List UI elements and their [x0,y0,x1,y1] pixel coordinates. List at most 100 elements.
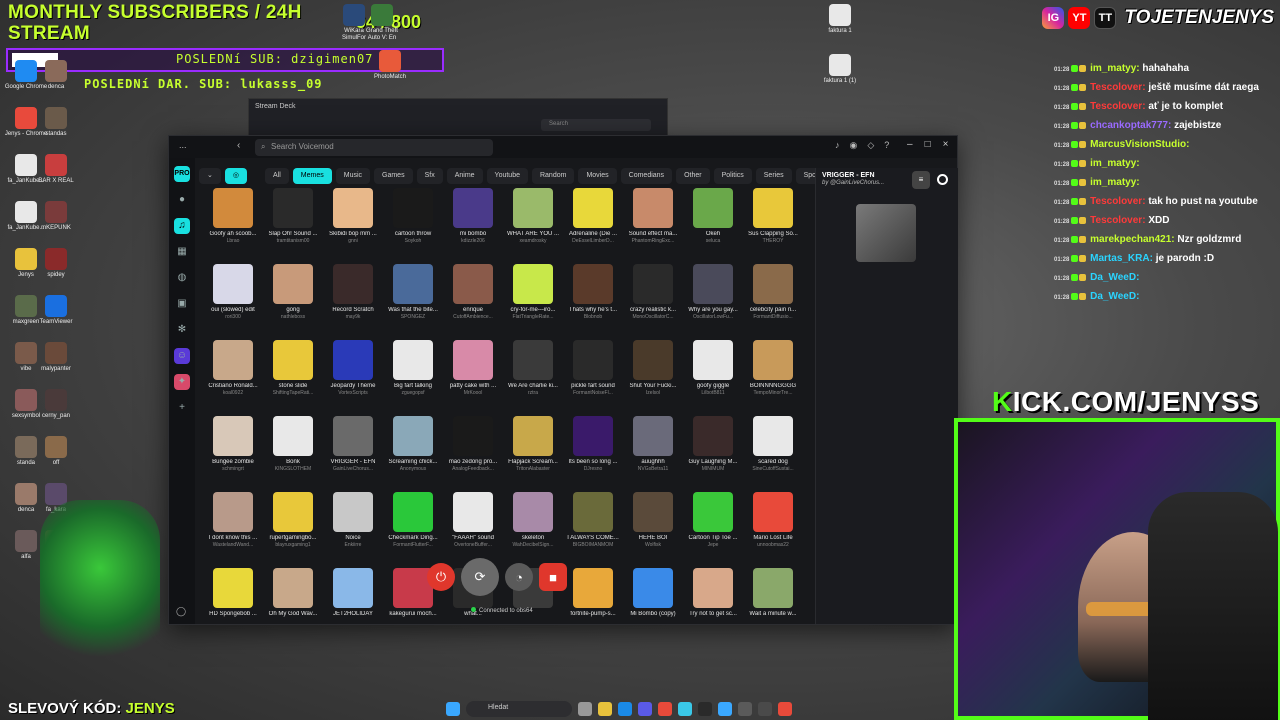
tab-youtube[interactable]: Youtube [486,168,528,184]
sound-tile[interactable]: celebcity pain n... FormantDiffusio... [743,264,803,332]
sound-tile[interactable]: "FAAAH" sound OvertoneBuffer... [443,492,503,560]
sound-tile[interactable]: VRIGGER - EFN GainLiveChorus... [323,416,383,484]
sound-tile[interactable]: Cristiano Ronald... koal0922 [203,340,263,408]
obs-icon[interactable] [698,702,712,716]
sound-tile[interactable]: gong nathleboss [263,264,323,332]
desktop-icon[interactable]: BAR X REAL [34,154,78,185]
app-icon[interactable] [678,702,692,716]
sound-tile[interactable]: Screaming chick... Anonymous [383,416,443,484]
sound-tile[interactable]: Okeh seluca [683,188,743,256]
ear-icon[interactable]: ◔ [505,563,533,591]
desktop-icon[interactable]: TeamViewer [34,295,78,326]
desktop-icon[interactable]: Grand Theft Auto V: En [360,4,404,42]
sound-tile[interactable]: JET2HOLIDAY [323,568,383,636]
tab-games[interactable]: Games [374,168,413,184]
add-icon[interactable]: + [174,400,190,416]
sound-tile[interactable]: pickle fart sound FormantNoiseFl... [563,340,623,408]
tab-sfx[interactable]: Sfx [416,168,443,184]
bell-icon[interactable]: ♪ [835,140,840,151]
voicemod-taskbar-icon[interactable] [718,702,732,716]
sound-tile[interactable]: mi bombo kdizzle206 [443,188,503,256]
sound-tile[interactable]: Guy Laughing M... MINIMUM [683,416,743,484]
sound-tile[interactable]: HD Spongebob ... [203,568,263,636]
sound-tile[interactable]: enrique CutoffAmbience... [443,264,503,332]
sound-tile[interactable]: Oh My God Wav... [263,568,323,636]
sound-tile[interactable]: HEHE BOI Wolfisk [623,492,683,560]
terminal-icon[interactable] [758,702,772,716]
sound-tile[interactable]: Adrenaline (Die ... DeEsselLimberD... [563,188,623,256]
sound-tile[interactable]: Flapjack Scream... TritonAlabaster [503,416,563,484]
power-icon[interactable]: ⏻ [427,563,455,591]
sound-tile[interactable]: Shut Your Fucki... Izelsol [623,340,683,408]
sound-tile[interactable]: Checkmark Ding... FormantFlutterF... [383,492,443,560]
desktop-icon[interactable]: spidey [34,248,78,279]
tab-other[interactable]: Other [676,168,710,184]
sound-tile[interactable]: oui (slowed) edit rori300 [203,264,263,332]
explorer-icon[interactable] [598,702,612,716]
sound-tile[interactable]: Bonk KINGSLOTHEM [263,416,323,484]
desktop-icon[interactable]: denca [34,60,78,91]
pro-badge[interactable]: PRO [174,166,190,182]
sound-tile[interactable]: stone slide ShiftingTapeRati... [263,340,323,408]
sound-tile[interactable]: rupertgamingbo... blayruxgaming1 [263,492,323,560]
sound-tile[interactable]: Thats why he's t... Blobnob [563,264,623,332]
sound-tile[interactable]: BOINNNNGGGG TempoMinorTre... [743,340,803,408]
sound-tile[interactable]: Mario Lost Life unnoobmas22 [743,492,803,560]
filter-icon[interactable]: ≡ [912,171,930,189]
sound-tile[interactable]: Bungee zombie schmingrt [203,416,263,484]
sound-tile[interactable]: skeleton WahDecibelSign... [503,492,563,560]
sound-tile[interactable]: We Are charlie ki... rztra [503,340,563,408]
sound-tile[interactable]: Mi Bombo (copy) [623,568,683,636]
sound-tile[interactable]: Wait a minute w... [743,568,803,636]
taskbar-search[interactable]: Hledat [466,701,572,717]
user-icon[interactable]: ◍ [174,270,190,286]
sound-tile[interactable]: I ALWAYS COME... BIGBOIMANMOM [563,492,623,560]
sound-tile[interactable]: Sound effect ma... PhantomRingExc... [623,188,683,256]
search-input[interactable]: Search Voicemod [255,139,493,156]
sound-tile[interactable]: patty cake with ... MrKoool [443,340,503,408]
gear-icon[interactable]: ✻ [174,322,190,338]
sound-tile[interactable]: crazy realistic k... MonoOscillatorC... [623,264,683,332]
sound-tile[interactable]: Sus Clapping So... THEROY [743,188,803,256]
settings-icon[interactable]: ◇ [867,140,874,151]
mic-icon[interactable]: ● [174,192,190,208]
sound-tile[interactable]: goofy giggle LilbotB811 [683,340,743,408]
tab-all[interactable]: All [265,168,289,184]
tab-movies[interactable]: Movies [578,168,617,184]
desktop-icon[interactable]: malypanter [34,342,78,373]
tab-collapse[interactable]: ⌄ [199,168,221,184]
tab-anime[interactable]: Anime [446,168,483,184]
windows-start-icon[interactable] [446,702,460,716]
desktop-icon[interactable]: PhotoMatch [368,50,412,81]
tab-politics[interactable]: Politics [713,168,752,184]
sound-tile[interactable]: Noice Enkiirre [323,492,383,560]
desktop-icon[interactable]: off [34,436,78,467]
profile-icon[interactable]: ☺ [174,348,190,364]
sync-icon[interactable]: ⟳ [461,558,499,596]
menu-dots[interactable]: ... [179,140,187,150]
tab-globe[interactable]: ◎ [224,168,247,184]
account-icon[interactable]: ◯ [176,606,186,617]
tab-memes[interactable]: Memes [292,168,332,184]
store-taskbar-icon[interactable] [638,702,652,716]
stream-deck-search[interactable]: Search [541,119,651,131]
sound-tile[interactable]: Cartoon Tip Toe ... Jepe [683,492,743,560]
discord-icon[interactable]: ◉ [850,140,858,151]
record-taskbar-icon[interactable] [778,702,792,716]
sound-tile[interactable]: Record Scratch may9k [323,264,383,332]
sound-tile[interactable]: I dont know this ... WastelandWand... [203,492,263,560]
sound-tile[interactable]: Skibidi bop mm ... gnni [323,188,383,256]
tab-series[interactable]: Series [755,168,792,184]
sound-tile[interactable]: Its been so long ... DJresno [563,416,623,484]
desktop-icon[interactable]: faktura 1 (1) [818,54,862,85]
streamdeck-taskbar-icon[interactable] [738,702,752,716]
sound-tile[interactable]: Try not to get sc... [683,568,743,636]
sound-tile[interactable]: scared dog SineCutoffSustai... [743,416,803,484]
sound-tile[interactable]: Why are you gay... OscillatorLowFu... [683,264,743,332]
sound-tile[interactable]: Slap Oh! Sound ... tramtitanism00 [263,188,323,256]
sticker-icon[interactable]: ✦ [174,374,190,390]
desktop-icon[interactable]: mKEPUNK [34,201,78,232]
back-icon[interactable]: ‹ [237,140,240,151]
tab-random[interactable]: Random [531,168,575,184]
sound-tile[interactable]: auughhh NVGsBetra11 [623,416,683,484]
